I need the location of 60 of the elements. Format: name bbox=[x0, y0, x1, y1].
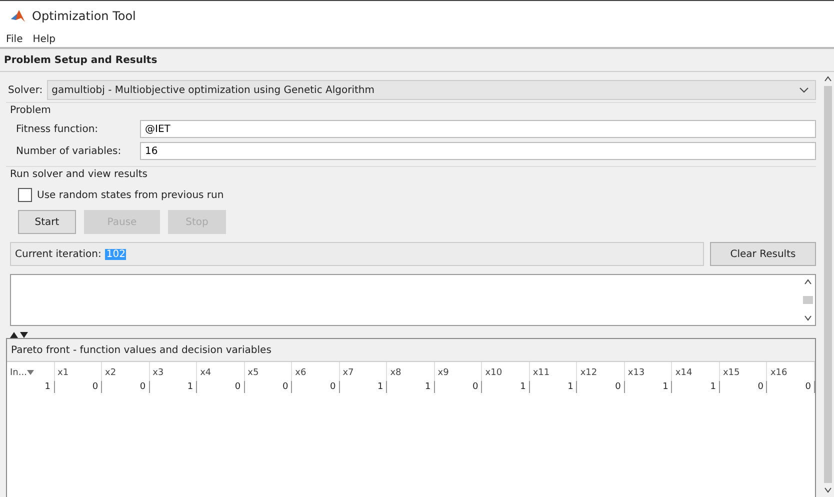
table-cell: 0 bbox=[244, 381, 292, 393]
table-cell: 0 bbox=[434, 381, 482, 393]
table-cell: 1 bbox=[150, 381, 198, 393]
column-header[interactable]: x12 bbox=[577, 362, 625, 381]
column-header[interactable]: x11 bbox=[530, 362, 578, 381]
column-header[interactable]: In... bbox=[7, 362, 55, 381]
menu-item[interactable]: File bbox=[6, 34, 23, 44]
input-field[interactable]: @IET bbox=[140, 120, 816, 138]
splitter-arrows-icon[interactable] bbox=[10, 331, 28, 338]
table-cell: 0 bbox=[54, 381, 102, 393]
sort-caret-icon[interactable] bbox=[26, 370, 34, 375]
column-header[interactable]: x5 bbox=[244, 362, 292, 381]
iteration-field: Current iteration: 102 bbox=[10, 242, 704, 266]
clear-results-button[interactable]: Clear Results bbox=[710, 242, 816, 266]
group-title: Run solver and view results bbox=[10, 169, 149, 180]
column-header[interactable]: x15 bbox=[720, 362, 768, 381]
matlab-logo-icon bbox=[10, 9, 26, 23]
window-title: Optimization Tool bbox=[32, 9, 136, 23]
table-cell: 1 bbox=[340, 381, 388, 393]
table-cell: 1 bbox=[7, 381, 55, 393]
column-header[interactable]: x7 bbox=[340, 362, 388, 381]
table-cell: 1 bbox=[387, 381, 435, 393]
table-cell: 0 bbox=[720, 381, 768, 393]
column-header[interactable]: x6 bbox=[292, 362, 340, 381]
column-header[interactable]: x1 bbox=[54, 362, 102, 381]
column-header[interactable]: x13 bbox=[624, 362, 672, 381]
field-label: Number of variables: bbox=[16, 146, 122, 156]
checkbox-label: Use random states from previous run bbox=[37, 190, 224, 200]
table-cell: 1 bbox=[530, 381, 578, 393]
table-cell: 1 bbox=[482, 381, 530, 393]
table-cell: 0 bbox=[767, 381, 815, 393]
field-label: Fitness function: bbox=[16, 124, 100, 134]
column-header[interactable]: x9 bbox=[434, 362, 482, 381]
scroll-up-icon[interactable] bbox=[804, 279, 812, 285]
checkbox[interactable] bbox=[18, 188, 32, 202]
run-button[interactable]: Start bbox=[18, 210, 76, 234]
solver-dropdown[interactable]: gamultiobj - Multiobjective optimization using Genetic Algorithm bbox=[46, 80, 816, 100]
menu-item[interactable]: Help bbox=[32, 34, 56, 44]
column-header[interactable]: x3 bbox=[150, 362, 198, 381]
table-cell: 0 bbox=[292, 381, 340, 393]
column-header[interactable]: x4 bbox=[197, 362, 245, 381]
table-cell: 0 bbox=[577, 381, 625, 393]
input-field[interactable]: 16 bbox=[140, 142, 816, 160]
table-cell: 0 bbox=[197, 381, 245, 393]
scroll-down-icon[interactable] bbox=[804, 315, 812, 321]
table-title: Pareto front - function values and decision variables bbox=[11, 344, 272, 356]
column-header[interactable]: x14 bbox=[672, 362, 720, 381]
section-title: Problem Setup and Results bbox=[4, 54, 158, 66]
table-cell: 1 bbox=[624, 381, 672, 393]
table-cell: 1 bbox=[672, 381, 720, 393]
scroll-up-icon[interactable] bbox=[824, 76, 832, 82]
group-title: Problem bbox=[10, 105, 52, 116]
table-cell: 0 bbox=[102, 381, 150, 393]
solver-label: Solver: bbox=[8, 84, 43, 96]
chevron-down-icon bbox=[799, 87, 809, 93]
column-header[interactable]: x10 bbox=[482, 362, 530, 381]
scroll-down-icon[interactable] bbox=[824, 487, 832, 493]
column-header[interactable]: x8 bbox=[387, 362, 435, 381]
column-header[interactable]: x16 bbox=[767, 362, 815, 381]
column-header[interactable]: x2 bbox=[102, 362, 150, 381]
